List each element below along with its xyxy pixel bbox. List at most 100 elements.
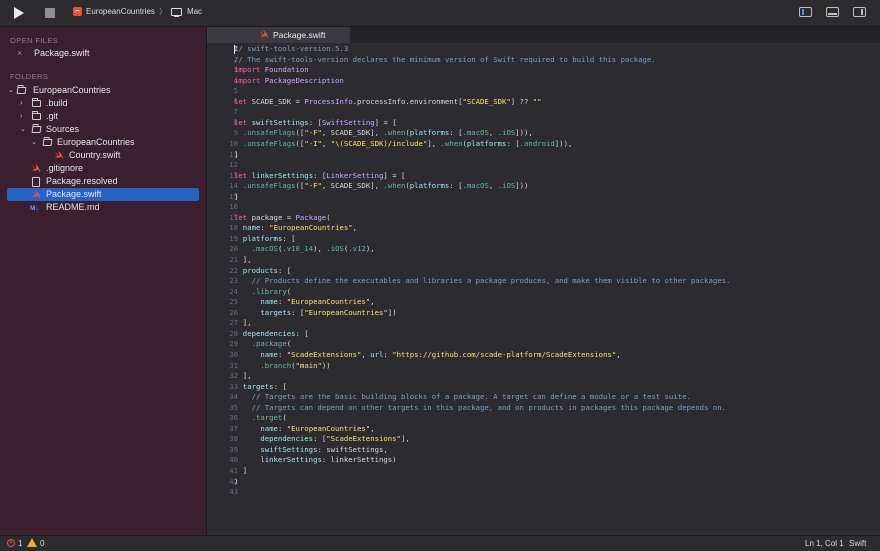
code-editor[interactable]: 1// swift-tools-version:5.3 2// The swift…	[207, 43, 880, 535]
toggle-right-sidebar-button[interactable]	[853, 7, 866, 17]
code-line[interactable]: let swiftSettings: [SwiftSetting] = [	[234, 118, 397, 127]
folders-title: FOLDERS	[10, 72, 49, 81]
language-mode[interactable]: Swift	[849, 539, 866, 548]
run-button[interactable]	[14, 7, 24, 19]
code-line[interactable]: ],	[234, 318, 252, 327]
code-line[interactable]: .library(	[234, 287, 292, 296]
tree-item-sources[interactable]: ⌄ Sources	[7, 123, 199, 136]
code-line[interactable]: .target(	[234, 413, 287, 422]
code-line[interactable]: // Targets are the basic building blocks…	[234, 392, 691, 401]
text-cursor	[234, 45, 235, 54]
code-line[interactable]: name: "EuropeanCountries",	[234, 424, 374, 433]
warning-icon[interactable]	[27, 538, 37, 547]
code-line[interactable]: targets: [	[234, 382, 287, 391]
destination-name[interactable]: Mac	[187, 7, 202, 16]
code-line[interactable]: ],	[234, 255, 252, 264]
tree-item-readme[interactable]: M↓ README.md	[7, 201, 199, 214]
code-line[interactable]: ]	[234, 466, 247, 475]
code-line[interactable]: platforms: [	[234, 234, 296, 243]
markdown-icon: M↓	[30, 205, 39, 212]
code-line[interactable]: let package = Package(	[234, 213, 331, 222]
chevron-right-icon[interactable]: ›	[20, 97, 22, 110]
tree-item-package-resolved[interactable]: Package.resolved	[7, 175, 199, 188]
toolbar: EuropeanCountries 〉 Mac	[0, 0, 880, 27]
code-line[interactable]: .unsafeFlags(["-F", SCADE_SDK], .when(pl…	[234, 128, 533, 137]
code-line[interactable]: .unsafeFlags(["-I", "\(SCADE_SDK)/includ…	[234, 139, 573, 148]
code-line[interactable]: dependencies: ["ScadeExtensions"],	[234, 434, 409, 443]
swift-file-icon	[260, 30, 268, 38]
code-line[interactable]: import PackageDescription	[234, 76, 344, 85]
tree-item-label: EuropeanCountries	[57, 137, 135, 147]
status-bar: ✕ 1 0 Ln 1, Col 1 Swift	[0, 535, 880, 551]
code-line[interactable]: .macOS(.v10_14), .iOS(.v12),	[234, 244, 375, 253]
code-line[interactable]: import Foundation	[234, 65, 309, 74]
cursor-position[interactable]: Ln 1, Col 1	[805, 539, 844, 548]
close-icon[interactable]: ×	[17, 48, 22, 58]
open-files-title: OPEN FILES	[10, 36, 59, 45]
swift-file-icon	[32, 190, 40, 198]
tree-item-europeancountries-sources[interactable]: ⌄ EuropeanCountries	[7, 136, 199, 149]
tree-item-package-swift[interactable]: Package.swift	[7, 188, 199, 201]
warning-count[interactable]: 0	[40, 539, 44, 548]
code-line[interactable]: let linkerSettings: [LinkerSetting] = [	[234, 171, 405, 180]
chevron-down-icon[interactable]: ⌄	[8, 84, 14, 97]
code-line[interactable]: name: "EuropeanCountries",	[234, 223, 357, 232]
line-number: 16	[229, 202, 238, 212]
error-icon[interactable]: ✕	[7, 539, 15, 547]
folder-icon	[32, 98, 41, 107]
code-line[interactable]: ]	[234, 150, 238, 159]
tree-item-build[interactable]: › .build	[7, 97, 199, 110]
code-line[interactable]: )	[234, 477, 238, 486]
document-icon	[32, 177, 40, 187]
stop-button[interactable]	[45, 8, 55, 18]
tree-item-label: .build	[46, 98, 68, 108]
tab-bar: Package.swift	[207, 27, 880, 43]
chevron-right-icon[interactable]: ›	[20, 110, 22, 123]
tree-item-label: EuropeanCountries	[33, 85, 111, 95]
code-line[interactable]: // The swift-tools-version declares the …	[234, 55, 656, 64]
toggle-left-sidebar-button[interactable]	[799, 7, 812, 17]
code-line[interactable]: let SCADE_SDK = ProcessInfo.processInfo.…	[234, 97, 542, 106]
chevron-down-icon[interactable]: ⌄	[31, 136, 37, 149]
code-line[interactable]: targets: ["EuropeanCountries"])	[234, 308, 396, 317]
code-line[interactable]: // Targets can depend on other targets i…	[234, 403, 726, 412]
code-line[interactable]: .package(	[234, 339, 292, 348]
tree-item-label: .gitignore	[46, 163, 84, 173]
code-line[interactable]: dependencies: [	[234, 329, 309, 338]
scheme-selector[interactable]: EuropeanCountries 〉 Mac	[73, 6, 202, 17]
swift-icon	[73, 7, 82, 16]
line-number: 5	[233, 86, 238, 96]
code-line[interactable]: name: "ScadeExtensions", url: "https://g…	[234, 350, 620, 359]
tree-item-label: Package.swift	[46, 189, 102, 199]
swift-file-icon	[55, 151, 63, 159]
folder-icon	[32, 111, 41, 120]
code-line[interactable]: // Products define the executables and l…	[234, 276, 731, 285]
chevron-right-icon: 〉	[158, 7, 167, 16]
chevron-down-icon[interactable]: ⌄	[20, 123, 26, 136]
folder-open-icon	[31, 126, 42, 133]
scheme-name: EuropeanCountries	[86, 7, 155, 16]
code-line[interactable]: .branch("main"))	[234, 361, 330, 370]
error-count[interactable]: 1	[18, 539, 22, 548]
code-line[interactable]: swiftSettings: swiftSettings,	[234, 445, 387, 454]
monitor-icon	[170, 7, 182, 17]
code-line[interactable]: ],	[234, 371, 252, 380]
code-line[interactable]: ]	[234, 192, 238, 201]
tree-item-label: .git	[46, 111, 59, 121]
sidebar: OPEN FILES × Package.swift FOLDERS ⌄ Eur…	[0, 27, 207, 535]
code-line[interactable]: name: "EuropeanCountries",	[234, 297, 374, 306]
open-file-item[interactable]: × Package.swift	[0, 46, 206, 62]
tab-package-swift[interactable]: Package.swift	[207, 27, 350, 43]
toggle-bottom-panel-button[interactable]	[826, 7, 839, 17]
tree-item-label: Sources	[46, 124, 80, 134]
code-line[interactable]: products: [	[234, 266, 291, 275]
code-line[interactable]: .unsafeFlags(["-F", SCADE_SDK], .when(pl…	[234, 181, 529, 190]
folder-open-icon	[42, 139, 53, 146]
tree-item-country-swift[interactable]: Country.swift	[7, 149, 199, 162]
folder-open-icon	[16, 87, 27, 94]
tree-item-git[interactable]: › .git	[7, 110, 199, 123]
code-line[interactable]: // swift-tools-version:5.3	[234, 44, 348, 53]
code-line[interactable]: linkerSettings: linkerSettings)	[234, 455, 396, 464]
tree-item-gitignore[interactable]: .gitignore	[7, 162, 199, 175]
tree-item-europeancountries-root[interactable]: ⌄ EuropeanCountries	[7, 84, 199, 97]
